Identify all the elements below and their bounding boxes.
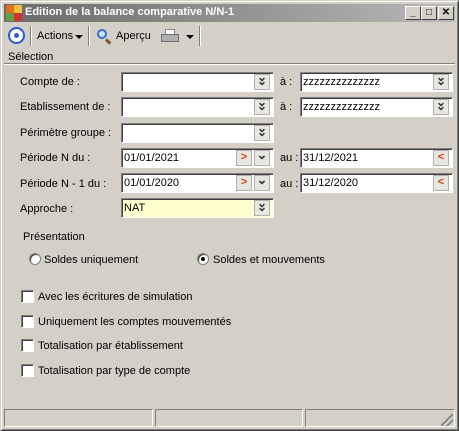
periode-n-label: Période N du : — [20, 152, 91, 164]
toolbar-separator — [199, 26, 201, 46]
periode-n-au-label: au : — [280, 152, 299, 164]
title-bar[interactable]: Edition de la balance comparative N/N-1 … — [4, 4, 455, 22]
totalisation-type-compte-checkbox[interactable] — [21, 364, 34, 377]
actions-menu-button[interactable]: Actions — [37, 30, 73, 42]
date-dropdown-icon[interactable] — [254, 148, 270, 166]
resize-grip-icon[interactable] — [441, 414, 453, 426]
totalisation-etablissement-checkbox-label[interactable]: Totalisation par établissement — [38, 340, 183, 352]
minimize-button[interactable]: _ — [405, 6, 421, 20]
etablissement-a-dropdown-icon[interactable] — [433, 96, 449, 115]
compte-de-label: Compte de : — [20, 76, 80, 88]
calendar-prev-icon[interactable]: < — [433, 150, 449, 166]
etablissement-de-field[interactable] — [121, 96, 274, 117]
etablissement-a-label: à : — [280, 101, 293, 113]
periode-n1-end-field[interactable]: 31/12/2020 < — [300, 173, 453, 193]
simulation-checkbox[interactable] — [21, 290, 34, 303]
soldes-et-mouvements-radio[interactable] — [197, 253, 209, 265]
toolbar-separator — [30, 26, 32, 46]
compte-de-field[interactable] — [121, 71, 274, 92]
status-cell — [155, 409, 303, 427]
soldes-et-mouvements-label[interactable]: Soldes et mouvements — [213, 254, 325, 266]
section-label: Sélection — [8, 51, 54, 63]
maximize-button[interactable]: □ — [421, 6, 437, 20]
app-icon — [6, 5, 22, 21]
periode-n-end-field[interactable]: 31/12/2021 < — [300, 148, 453, 168]
compte-a-dropdown-icon[interactable] — [433, 71, 449, 90]
perimetre-groupe-dropdown-icon[interactable] — [254, 122, 270, 141]
preview-magnifier-icon[interactable] — [97, 29, 112, 45]
periode-n1-au-label: au : — [280, 178, 299, 190]
target-icon[interactable] — [8, 27, 25, 44]
totalisation-type-compte-checkbox-label[interactable]: Totalisation par type de compte — [38, 365, 190, 377]
apercu-button[interactable]: Aperçu — [116, 30, 151, 42]
soldes-uniquement-radio[interactable] — [29, 253, 41, 265]
comptes-mouvementes-checkbox-label[interactable]: Uniquement les comptes mouvementés — [38, 316, 231, 328]
periode-n1-start-field[interactable]: 01/01/2020 > — [121, 173, 274, 193]
date-dropdown-icon[interactable] — [254, 173, 270, 191]
totalisation-etablissement-checkbox[interactable] — [21, 339, 34, 352]
compte-de-dropdown-icon[interactable] — [254, 71, 270, 90]
status-cell — [4, 409, 153, 427]
perimetre-groupe-label: Périmètre groupe : — [20, 127, 112, 139]
approche-dropdown-icon[interactable] — [254, 197, 270, 216]
printer-icon[interactable] — [161, 29, 179, 43]
window-title: Edition de la balance comparative N/N-1 — [25, 6, 235, 18]
soldes-uniquement-label[interactable]: Soldes uniquement — [44, 254, 138, 266]
periode-n-start-field[interactable]: 01/01/2021 > — [121, 148, 274, 168]
status-bar — [4, 408, 455, 428]
etablissement-a-field[interactable]: zzzzzzzzzzzzzz — [300, 96, 453, 117]
perimetre-groupe-field[interactable] — [121, 122, 274, 143]
calendar-prev-icon[interactable]: < — [433, 175, 449, 191]
calendar-next-icon[interactable]: > — [236, 175, 252, 191]
simulation-checkbox-label[interactable]: Avec les écritures de simulation — [38, 291, 192, 303]
etablissement-de-dropdown-icon[interactable] — [254, 96, 270, 115]
print-chevron-down-icon[interactable] — [186, 35, 194, 39]
etablissement-de-label: Etablissement de : — [20, 101, 111, 113]
presentation-label: Présentation — [23, 231, 85, 243]
toolbar-separator — [88, 26, 90, 46]
toolbar: Actions Aperçu — [4, 24, 455, 48]
calendar-next-icon[interactable]: > — [236, 150, 252, 166]
comptes-mouvementes-checkbox[interactable] — [21, 315, 34, 328]
section-divider — [4, 63, 455, 65]
periode-n1-label: Période N - 1 du : — [20, 178, 107, 190]
status-cell — [305, 409, 455, 427]
dialog-window: Edition de la balance comparative N/N-1 … — [0, 0, 459, 431]
close-button[interactable]: ✕ — [438, 6, 454, 20]
compte-a-label: à : — [280, 76, 293, 88]
approche-label: Approche : — [20, 203, 74, 215]
actions-chevron-down-icon[interactable] — [75, 35, 83, 39]
approche-field[interactable]: NAT — [121, 197, 274, 218]
compte-a-field[interactable]: zzzzzzzzzzzzzz — [300, 71, 453, 92]
